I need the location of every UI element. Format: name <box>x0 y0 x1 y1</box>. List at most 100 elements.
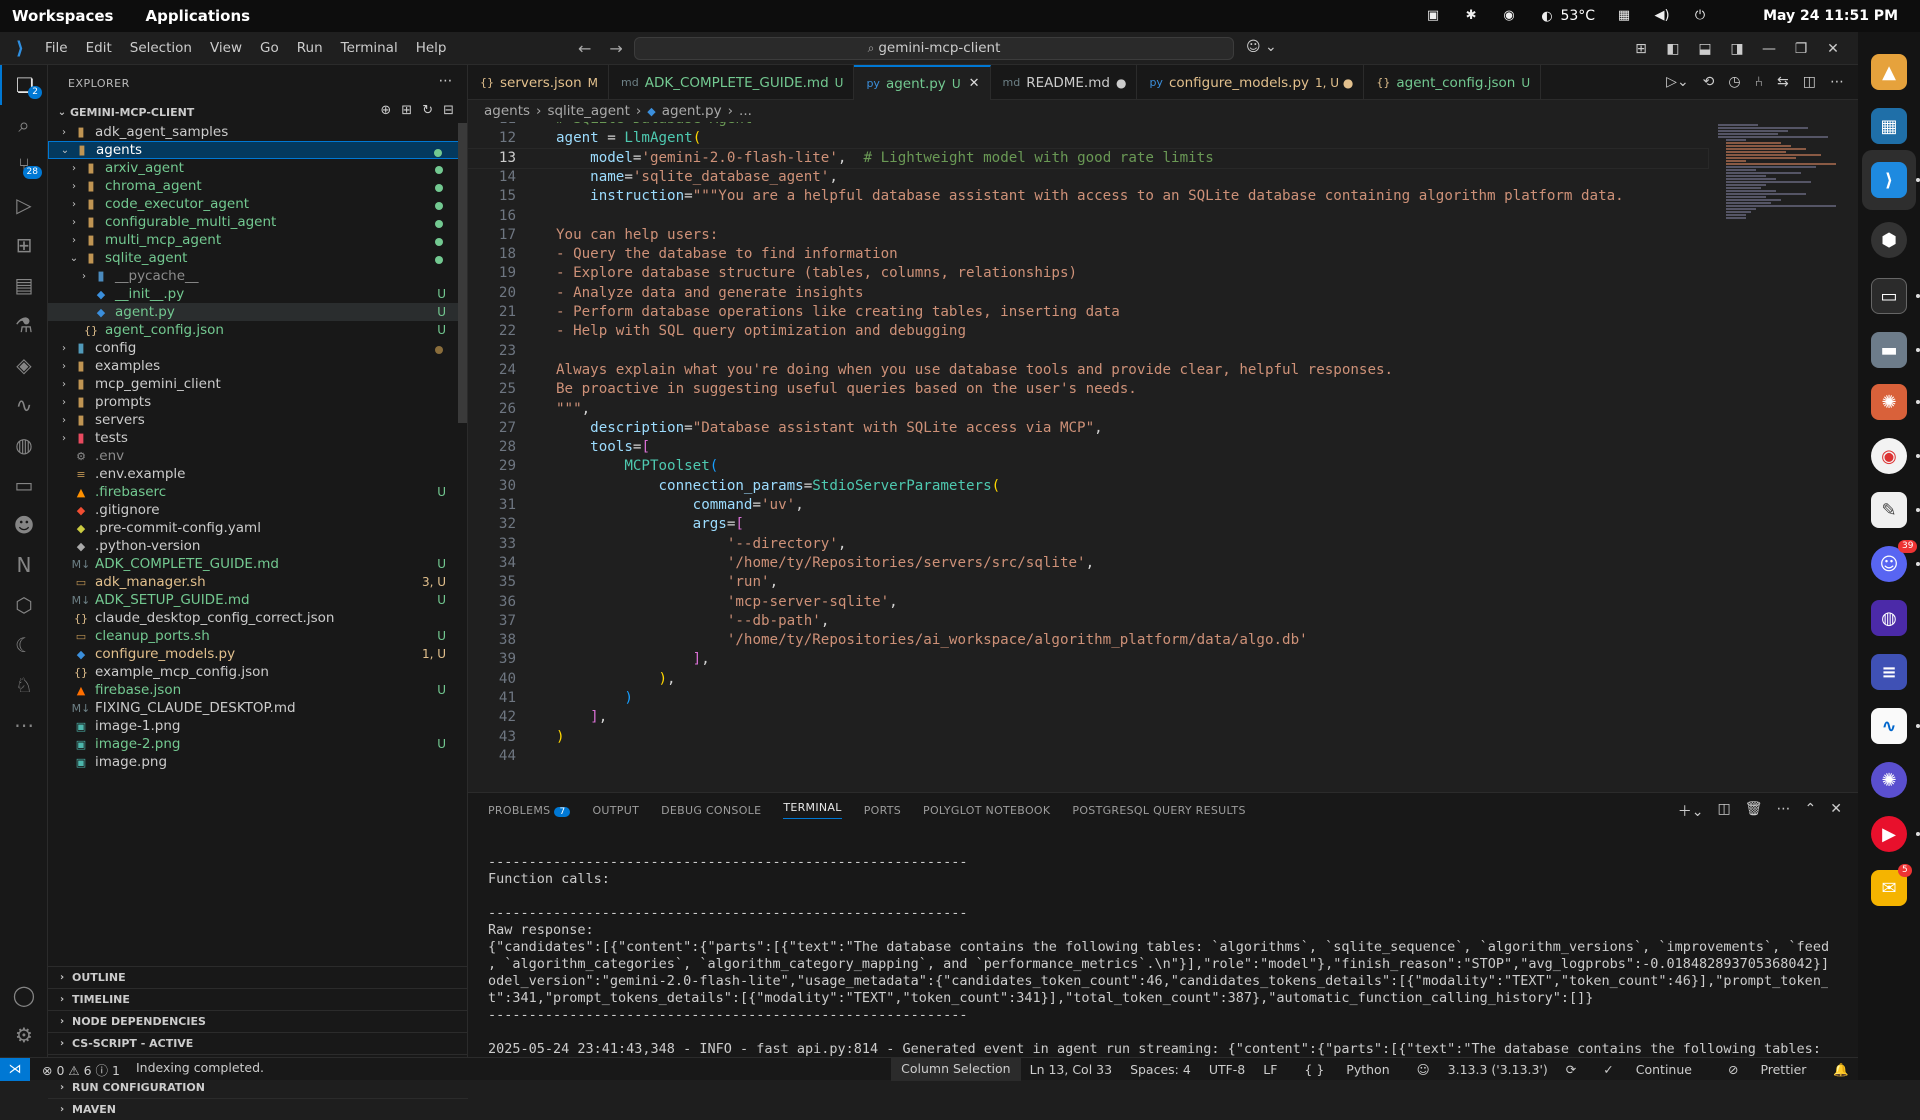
settings-gear-icon[interactable]: ⚙ <box>0 1015 48 1055</box>
tab-agent-config-json[interactable]: {} agent_config.json U <box>1364 65 1542 100</box>
package-icon[interactable]: ⬡ <box>0 585 48 625</box>
code-line[interactable]: 35 'run', <box>468 573 1708 592</box>
section-timeline[interactable]: › TIMELINE <box>48 988 468 1010</box>
code-line[interactable]: 23 <box>468 342 1708 361</box>
section-outline[interactable]: › OUTLINE <box>48 966 468 988</box>
tree-file[interactable]: ⚙ .env <box>48 447 460 465</box>
project-header[interactable]: ⌄ GEMINI-MCP-CLIENT ⊕ ⊞ ↻ ⊟ <box>48 101 468 123</box>
code-line[interactable]: 33 '--directory', <box>468 535 1708 554</box>
tree-file[interactable]: M↓ FIXING_CLAUDE_DESKTOP.md <box>48 699 460 717</box>
panel-tab-postgresql-query-results[interactable]: POSTGRESQL QUERY RESULTS <box>1072 804 1245 817</box>
volume-icon[interactable]: ◀) <box>1653 8 1671 24</box>
code-line[interactable]: 18 - Query the database to find informati… <box>468 245 1708 264</box>
code-line[interactable]: 19 - Explore database structure (tables, … <box>468 264 1708 283</box>
run-debug-icon[interactable]: ▷ <box>0 185 48 225</box>
code-line[interactable]: 13 model='gemini-2.0-flash-lite', # Ligh… <box>468 147 1709 169</box>
code-line[interactable]: 12 agent = LlmAgent( <box>468 129 1708 148</box>
tree-file[interactable]: M↓ ADK_COMPLETE_GUIDE.md U <box>48 555 460 573</box>
menu-help[interactable]: Help <box>407 40 456 56</box>
tree-file[interactable]: ▲ firebase.json U <box>48 681 460 699</box>
tree-file[interactable]: ▣ image.png <box>48 753 460 771</box>
account-icon[interactable]: ◯ <box>0 975 48 1015</box>
tree-folder[interactable]: › ▮ tests <box>48 429 460 447</box>
code-editor[interactable]: 11 # SQLite Database Agent 12 agent = LlmAg… <box>468 122 1858 792</box>
compare-icon[interactable]: ⇆ <box>1777 74 1789 90</box>
code-line[interactable]: 31 command='uv', <box>468 496 1708 515</box>
git-icon[interactable]: ⟲ <box>1703 74 1715 90</box>
code-line[interactable]: 32 args=[ <box>468 515 1708 534</box>
source-control-icon[interactable]: ⑂ 28 <box>0 145 48 185</box>
sidebar-scrollbar[interactable] <box>458 123 467 423</box>
panel-tab-ports[interactable]: PORTS <box>864 804 901 817</box>
split-editor-icon[interactable]: ◫ <box>1803 74 1816 90</box>
tree-file[interactable]: ▣ image-2.png U <box>48 735 460 753</box>
code-line[interactable]: 37 '--db-path', <box>468 612 1708 631</box>
tree-file[interactable]: ▲ .firebaserc U <box>48 483 460 501</box>
code-line[interactable]: 25 Be proactive in suggesting useful quer… <box>468 380 1708 399</box>
language-mode[interactable]: { } Python <box>1286 1062 1407 1077</box>
breadcrumb-item[interactable]: agent.py <box>662 103 722 119</box>
breadcrumb-item[interactable]: ... <box>739 103 752 119</box>
live-share-icon[interactable]: ☾ <box>0 625 48 665</box>
minimap[interactable] <box>1718 122 1838 242</box>
code-line[interactable]: 16 <box>468 207 1708 226</box>
tree-file[interactable]: ▣ image-1.png <box>48 717 460 735</box>
tree-folder[interactable]: › ▮ __pycache__ <box>48 267 460 285</box>
indentation-status[interactable]: Spaces: 4 <box>1121 1062 1200 1077</box>
breadcrumb-item[interactable]: sqlite_agent <box>547 103 629 119</box>
explorer-icon[interactable]: ❏ 2 <box>0 65 48 105</box>
new-file-icon[interactable]: ⊕ <box>380 103 391 118</box>
tree-file[interactable]: ≡ .env.example <box>48 465 460 483</box>
tree-folder[interactable]: › ▮ config <box>48 339 460 357</box>
tab-adk-complete-guide-md[interactable]: md ADK_COMPLETE_GUIDE.md U <box>609 65 855 100</box>
tree-file[interactable]: ◆ agent.py U <box>48 303 460 321</box>
tab-readme-md[interactable]: md README.md ● <box>991 65 1138 100</box>
dock-terminal-icon[interactable]: ▭ <box>1871 278 1907 314</box>
code-line[interactable]: 22 - Help with SQL query optimization and… <box>468 322 1708 341</box>
notifications-bell-icon[interactable]: 🔔 <box>1824 1062 1858 1078</box>
power-icon[interactable]: ⏻ <box>1691 8 1709 24</box>
extensions-icon[interactable]: ⊞ <box>0 225 48 265</box>
menu-run[interactable]: Run <box>288 40 332 56</box>
remote-indicator-icon[interactable]: ⋊ <box>0 1057 30 1081</box>
tree-folder[interactable]: › ▮ multi_mcp_agent <box>48 231 460 249</box>
code-line[interactable]: 29 MCPToolset( <box>468 457 1708 476</box>
maximize-panel-icon[interactable]: ⌃ <box>1805 801 1817 821</box>
github-icon[interactable]: ◍ <box>0 425 48 465</box>
applications-menu[interactable]: Applications <box>145 7 250 25</box>
panel-tab-output[interactable]: OUTPUT <box>592 804 639 817</box>
code-line[interactable]: 28 tools=[ <box>468 438 1708 457</box>
collapse-all-icon[interactable]: ⊟ <box>443 103 454 118</box>
code-line[interactable]: 44 <box>468 747 1708 766</box>
encoding-status[interactable]: UTF-8 <box>1200 1062 1254 1077</box>
code-line[interactable]: 30 connection_params=StdioServerParamete… <box>468 477 1708 496</box>
close-window-icon[interactable]: ✕ <box>1824 41 1842 57</box>
restore-icon[interactable]: ❐ <box>1792 41 1810 57</box>
dock-remote-icon[interactable]: ∿ <box>1871 708 1907 744</box>
kill-terminal-icon[interactable]: 🗑 <box>1745 801 1763 821</box>
n8n-icon[interactable]: Ν <box>0 545 48 585</box>
menu-selection[interactable]: Selection <box>121 40 201 56</box>
testing-icon[interactable]: ⚗ <box>0 305 48 345</box>
dock-github-desktop-icon[interactable]: ◍ <box>1871 600 1907 636</box>
remote-explorer-icon[interactable]: ∿ <box>0 385 48 425</box>
minimize-icon[interactable]: — <box>1760 41 1778 57</box>
tree-folder[interactable]: › ▮ arxiv_agent <box>48 159 460 177</box>
dock-linear-icon[interactable]: ≡ <box>1871 654 1907 690</box>
tree-folder[interactable]: ⌄ ▮ agents <box>48 141 460 159</box>
tab-servers-json[interactable]: {} servers.json M <box>468 65 610 100</box>
code-line[interactable]: 36 'mcp-server-sqlite', <box>468 593 1708 612</box>
code-line[interactable]: 39 ], <box>468 650 1708 669</box>
timeline-icon[interactable]: ◷ <box>1728 74 1740 90</box>
tree-folder[interactable]: › ▮ mcp_gemini_client <box>48 375 460 393</box>
code-line[interactable]: 24 Always explain what you're doing when … <box>468 361 1708 380</box>
toggle-panel-icon[interactable]: ⬓ <box>1696 41 1714 57</box>
eol-status[interactable]: LF <box>1254 1062 1286 1077</box>
back-arrow-icon[interactable]: ← <box>578 39 591 58</box>
explorer-more-icon[interactable]: ⋯ <box>439 73 454 89</box>
code-line[interactable]: 14 name='sqlite_database_agent', <box>468 168 1708 187</box>
tray-brightness-icon[interactable]: ✱ <box>1462 8 1480 24</box>
tree-file[interactable]: {} agent_config.json U <box>48 321 460 339</box>
search-view-icon[interactable]: ⌕ <box>0 105 48 145</box>
tree-folder[interactable]: › ▮ code_executor_agent <box>48 195 460 213</box>
